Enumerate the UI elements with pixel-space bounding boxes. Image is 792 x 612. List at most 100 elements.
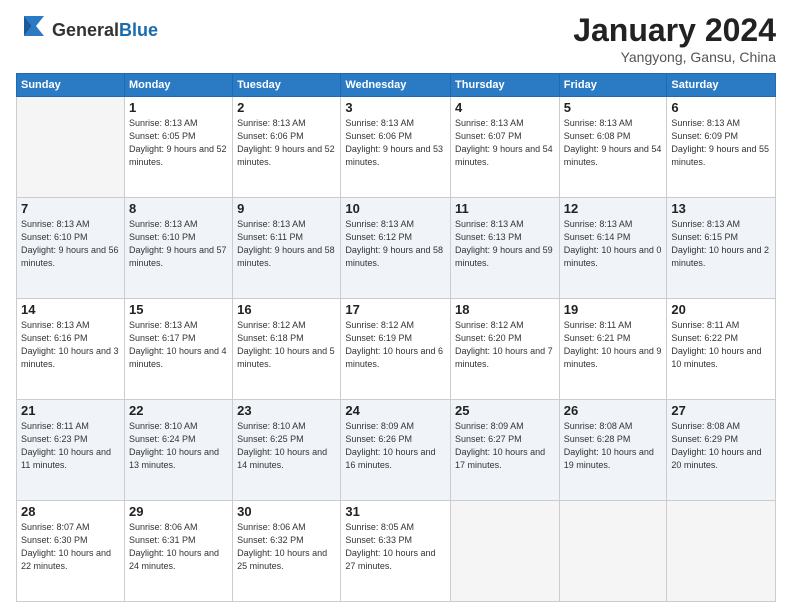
calendar: Sunday Monday Tuesday Wednesday Thursday… [16,73,776,602]
table-row: 23 Sunrise: 8:10 AMSunset: 6:25 PMDayligh… [233,400,341,501]
day-number: 29 [129,504,228,519]
day-number: 7 [21,201,120,216]
table-row: 12Sunrise: 8:13 AMSunset: 6:14 PMDayligh… [559,198,667,299]
day-info: Sunrise: 8:13 AMSunset: 6:08 PMDaylight:… [564,117,663,169]
calendar-week-row: 7 Sunrise: 8:13 AMSunset: 6:10 PMDaylight… [17,198,776,299]
day-info: Sunrise: 8:13 AMSunset: 6:09 PMDaylight:… [671,117,771,169]
day-number: 27 [671,403,771,418]
table-row: 27 Sunrise: 8:08 AMSunset: 6:29 PMDayligh… [667,400,776,501]
table-row: 11Sunrise: 8:13 AMSunset: 6:13 PMDayligh… [451,198,560,299]
table-row: 6Sunrise: 8:13 AMSunset: 6:09 PMDaylight… [667,97,776,198]
day-info: Sunrise: 8:09 AMSunset: 6:26 PMDaylight:… [345,420,446,472]
table-row: 16Sunrise: 8:12 AMSunset: 6:18 PMDayligh… [233,299,341,400]
day-info: Sunrise: 8:13 AMSunset: 6:05 PMDaylight:… [129,117,228,169]
table-row: 28 Sunrise: 8:07 AMSunset: 6:30 PMDayligh… [17,501,125,602]
logo: GeneralBlue [16,12,158,49]
day-info: Sunrise: 8:13 AMSunset: 6:17 PMDaylight:… [129,319,228,371]
calendar-week-row: 28 Sunrise: 8:07 AMSunset: 6:30 PMDayligh… [17,501,776,602]
day-number: 20 [671,302,771,317]
title-month: January 2024 [573,12,776,49]
col-friday: Friday [559,74,667,97]
table-row: 31 Sunrise: 8:05 AMSunset: 6:33 PMDayligh… [341,501,451,602]
day-info: Sunrise: 8:13 AMSunset: 6:10 PMDaylight:… [129,218,228,270]
col-monday: Monday [124,74,232,97]
day-number: 19 [564,302,663,317]
day-info: Sunrise: 8:05 AMSunset: 6:33 PMDaylight:… [345,521,446,573]
col-wednesday: Wednesday [341,74,451,97]
day-number: 21 [21,403,120,418]
day-info: Sunrise: 8:08 AMSunset: 6:29 PMDaylight:… [671,420,771,472]
title-location: Yangyong, Gansu, China [573,49,776,65]
day-number: 15 [129,302,228,317]
day-number: 30 [237,504,336,519]
calendar-week-row: 21 Sunrise: 8:11 AMSunset: 6:23 PMDayligh… [17,400,776,501]
title-block: January 2024 Yangyong, Gansu, China [573,12,776,65]
day-number: 9 [237,201,336,216]
day-info: Sunrise: 8:13 AMSunset: 6:12 PMDaylight:… [345,218,446,270]
table-row: 29 Sunrise: 8:06 AMSunset: 6:31 PMDayligh… [124,501,232,602]
day-number: 28 [21,504,120,519]
day-info: Sunrise: 8:10 AMSunset: 6:24 PMDaylight:… [129,420,228,472]
day-number: 14 [21,302,120,317]
logo-blue: Blue [119,20,158,40]
col-tuesday: Tuesday [233,74,341,97]
day-number: 2 [237,100,336,115]
day-number: 17 [345,302,446,317]
col-sunday: Sunday [17,74,125,97]
table-row: 19Sunrise: 8:11 AMSunset: 6:21 PMDayligh… [559,299,667,400]
table-row [17,97,125,198]
table-row: 20Sunrise: 8:11 AMSunset: 6:22 PMDayligh… [667,299,776,400]
table-row: 26 Sunrise: 8:08 AMSunset: 6:28 PMDayligh… [559,400,667,501]
logo-text: GeneralBlue [52,20,158,41]
calendar-week-row: 1 Sunrise: 8:13 AMSunset: 6:05 PMDaylight… [17,97,776,198]
table-row: 2 Sunrise: 8:13 AMSunset: 6:06 PMDaylight… [233,97,341,198]
table-row: 24 Sunrise: 8:09 AMSunset: 6:26 PMDayligh… [341,400,451,501]
table-row: 3Sunrise: 8:13 AMSunset: 6:06 PMDaylight… [341,97,451,198]
day-number: 8 [129,201,228,216]
day-number: 26 [564,403,663,418]
calendar-header-row: Sunday Monday Tuesday Wednesday Thursday… [17,74,776,97]
logo-general: General [52,20,119,40]
day-info: Sunrise: 8:09 AMSunset: 6:27 PMDaylight:… [455,420,555,472]
day-info: Sunrise: 8:11 AMSunset: 6:23 PMDaylight:… [21,420,120,472]
day-info: Sunrise: 8:06 AMSunset: 6:31 PMDaylight:… [129,521,228,573]
day-number: 4 [455,100,555,115]
col-saturday: Saturday [667,74,776,97]
table-row: 18 Sunrise: 8:12 AMSunset: 6:20 PMDayligh… [451,299,560,400]
table-row: 30 Sunrise: 8:06 AMSunset: 6:32 PMDayligh… [233,501,341,602]
day-number: 31 [345,504,446,519]
day-number: 1 [129,100,228,115]
day-number: 13 [671,201,771,216]
day-number: 10 [345,201,446,216]
table-row: 25 Sunrise: 8:09 AMSunset: 6:27 PMDayligh… [451,400,560,501]
day-info: Sunrise: 8:13 AMSunset: 6:11 PMDaylight:… [237,218,336,270]
day-number: 25 [455,403,555,418]
calendar-week-row: 14 Sunrise: 8:13 AMSunset: 6:16 PMDayligh… [17,299,776,400]
page: GeneralBlue January 2024 Yangyong, Gansu… [0,0,792,612]
table-row: 9 Sunrise: 8:13 AMSunset: 6:11 PMDaylight… [233,198,341,299]
table-row: 8 Sunrise: 8:13 AMSunset: 6:10 PMDaylight… [124,198,232,299]
day-info: Sunrise: 8:06 AMSunset: 6:32 PMDaylight:… [237,521,336,573]
day-info: Sunrise: 8:13 AMSunset: 6:10 PMDaylight:… [21,218,120,270]
day-number: 18 [455,302,555,317]
day-info: Sunrise: 8:13 AMSunset: 6:15 PMDaylight:… [671,218,771,270]
day-info: Sunrise: 8:08 AMSunset: 6:28 PMDaylight:… [564,420,663,472]
day-info: Sunrise: 8:13 AMSunset: 6:14 PMDaylight:… [564,218,663,270]
day-info: Sunrise: 8:13 AMSunset: 6:06 PMDaylight:… [237,117,336,169]
table-row: 7 Sunrise: 8:13 AMSunset: 6:10 PMDaylight… [17,198,125,299]
day-number: 23 [237,403,336,418]
table-row [559,501,667,602]
table-row: 4 Sunrise: 8:13 AMSunset: 6:07 PMDaylight… [451,97,560,198]
day-info: Sunrise: 8:07 AMSunset: 6:30 PMDaylight:… [21,521,120,573]
table-row [667,501,776,602]
day-info: Sunrise: 8:13 AMSunset: 6:07 PMDaylight:… [455,117,555,169]
day-info: Sunrise: 8:12 AMSunset: 6:20 PMDaylight:… [455,319,555,371]
table-row: 22Sunrise: 8:10 AMSunset: 6:24 PMDayligh… [124,400,232,501]
header: GeneralBlue January 2024 Yangyong, Gansu… [16,12,776,65]
day-number: 24 [345,403,446,418]
day-number: 16 [237,302,336,317]
table-row: 13 Sunrise: 8:13 AMSunset: 6:15 PMDayligh… [667,198,776,299]
day-info: Sunrise: 8:13 AMSunset: 6:13 PMDaylight:… [455,218,555,270]
day-info: Sunrise: 8:13 AMSunset: 6:16 PMDaylight:… [21,319,120,371]
day-info: Sunrise: 8:10 AMSunset: 6:25 PMDaylight:… [237,420,336,472]
